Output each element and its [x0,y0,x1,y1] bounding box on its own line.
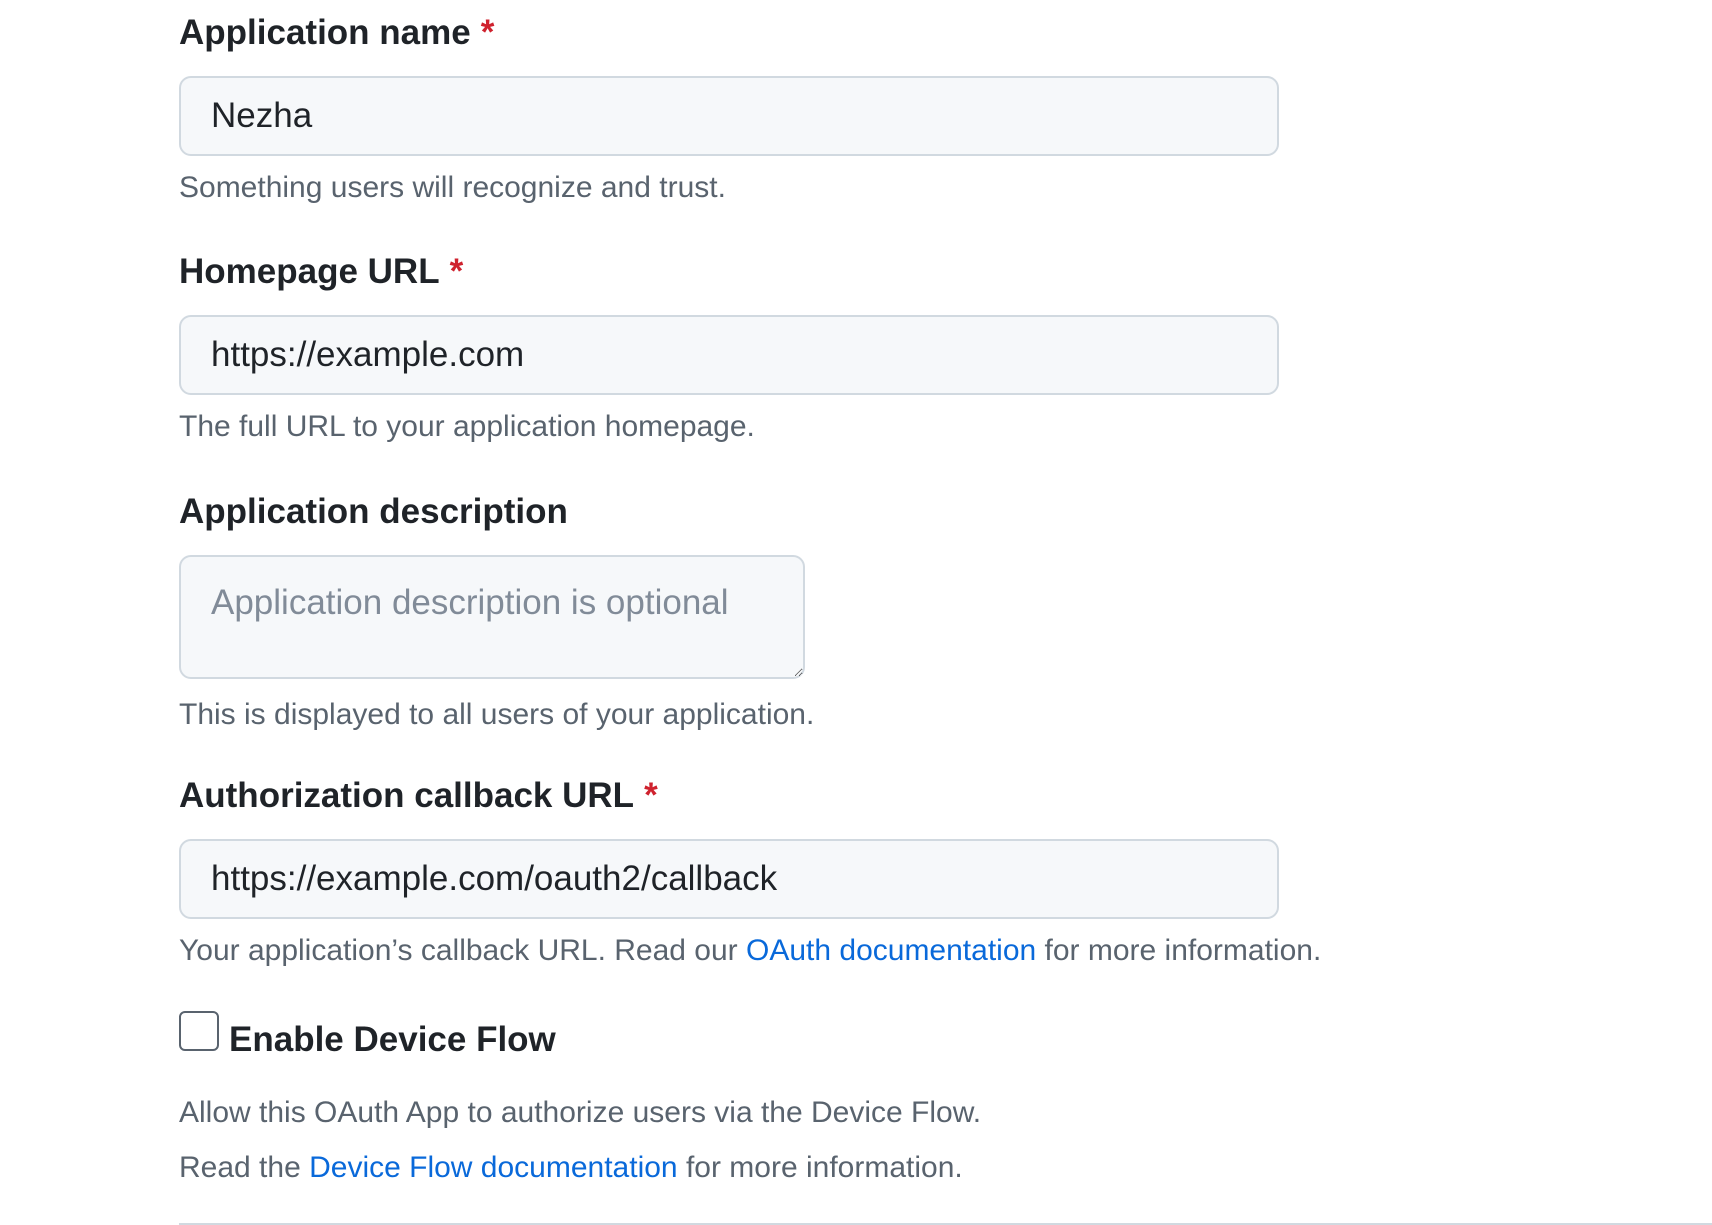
enable-device-flow-checkbox[interactable] [179,1011,219,1051]
homepage-url-note: The full URL to your application homepag… [179,410,755,443]
device-flow-row: Enable Device Flow [179,1011,1712,1061]
oauth-documentation-link[interactable]: OAuth documentation [746,934,1036,967]
app-description-note: This is displayed to all users of your a… [179,698,815,731]
device-flow-note-prefix: Read the [179,1151,310,1184]
callback-url-note: Your application’s callback URL. Read ou… [179,933,1321,969]
homepage-url-label-text: Homepage URL [179,252,440,291]
homepage-url-label: Homepage URL * [179,251,1279,293]
callback-url-note-suffix: for more information. [1036,934,1322,967]
device-flow-group: Enable Device Flow Allow this OAuth App … [179,1011,1712,1186]
required-asterisk: * [644,776,658,815]
app-description-label-text: Application description [179,492,568,531]
device-flow-note-suffix: for more information. [677,1151,963,1184]
device-flow-documentation-link[interactable]: Device Flow documentation [309,1151,678,1184]
app-name-input[interactable] [179,76,1279,156]
callback-url-label-text: Authorization callback URL [179,776,635,815]
app-description-textarea[interactable] [179,555,805,679]
homepage-url-group: Homepage URL* The full URL to your appli… [179,251,1279,445]
app-name-label: Application name * [179,12,1279,54]
callback-url-input[interactable] [179,839,1279,919]
app-description-group: Application description This is displaye… [179,491,814,733]
app-name-label-text: Application name [179,13,471,52]
callback-url-group: Authorization callback URL* Your applica… [179,775,1321,969]
app-description-label: Application description [179,491,814,533]
device-flow-note-line2: Read the Device Flow documentation for m… [179,1150,1712,1186]
device-flow-label[interactable]: Enable Device Flow [229,1019,556,1061]
app-name-group: Application name* Something users will r… [179,12,1279,206]
device-flow-note-line1: Allow this OAuth App to authorize users … [179,1096,982,1129]
required-asterisk: * [480,13,495,52]
homepage-url-input[interactable] [179,315,1279,395]
required-asterisk: * [449,252,464,291]
app-name-note: Something users will recognize and trust… [179,171,726,204]
callback-url-label: Authorization callback URL * [179,775,1321,817]
callback-url-note-prefix: Your application’s callback URL. Read ou… [179,934,746,967]
